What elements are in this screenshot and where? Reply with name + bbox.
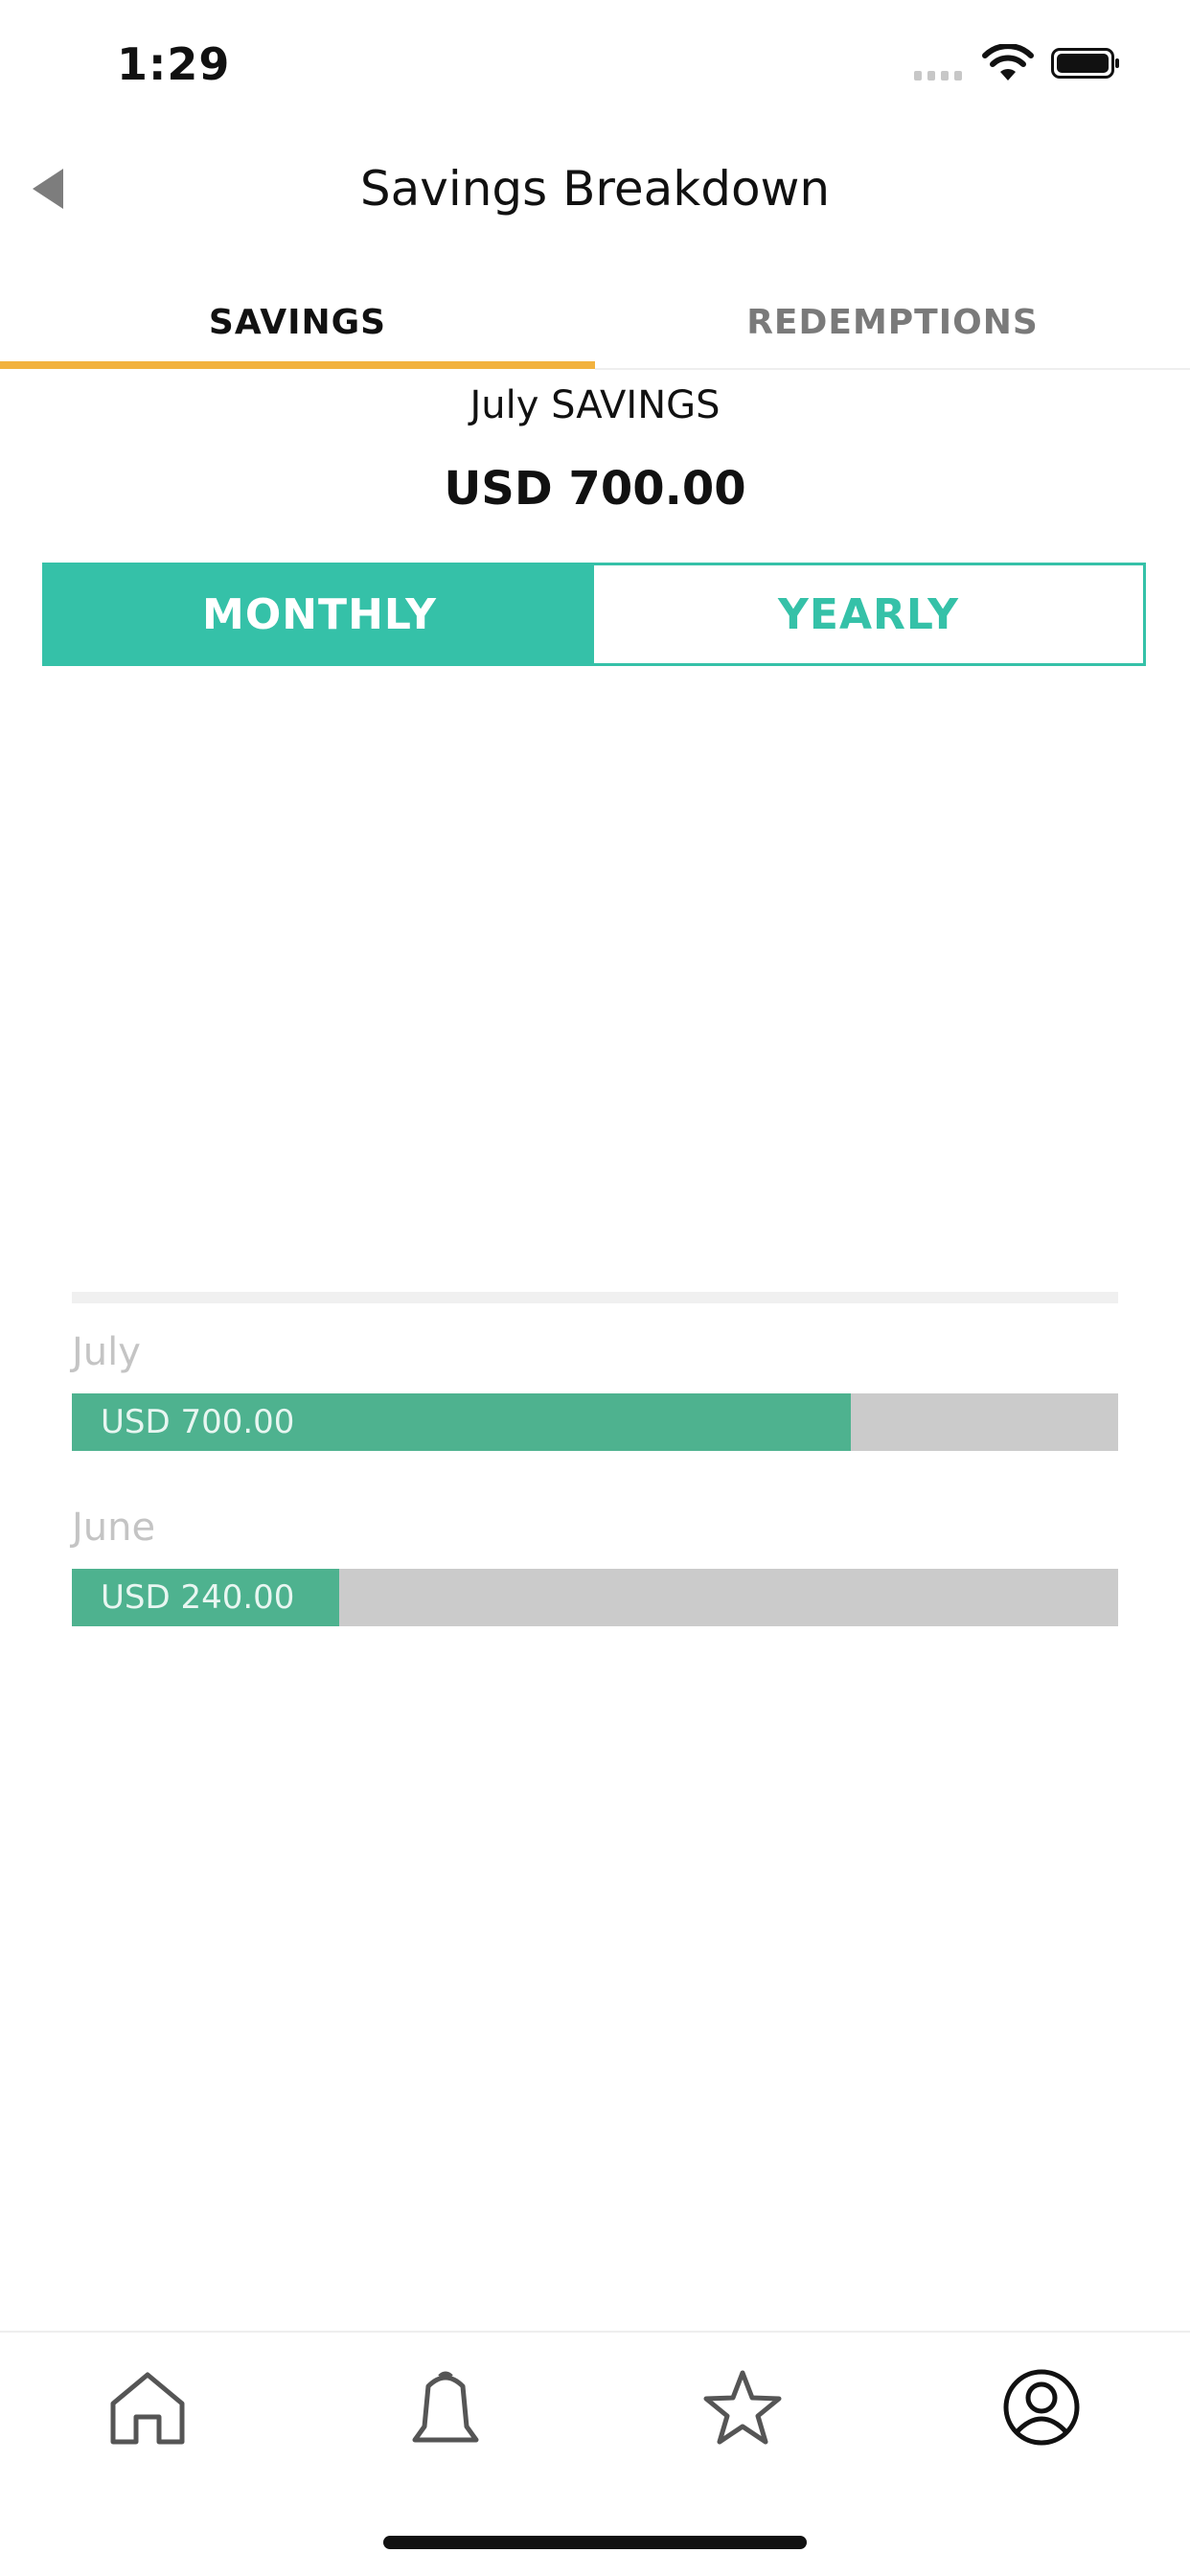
bar-value-july: USD 700.00 (101, 1403, 295, 1441)
bar-label-june: June (72, 1506, 156, 1550)
bar-track-june: USD 240.00 (72, 1569, 1118, 1626)
status-time: 1:29 (117, 38, 231, 90)
period-label: July SAVINGS (469, 383, 721, 427)
period-toggle: MONTHLY YEARLY (42, 563, 1146, 666)
bar-label-july: July (72, 1330, 141, 1374)
tab-redemptions[interactable]: REDEMPTIONS (595, 303, 1190, 342)
cellular-signal-icon (914, 71, 962, 80)
nav-divider (0, 2331, 1190, 2333)
nav-profile-button[interactable] (1001, 2367, 1082, 2448)
total-savings-amount: USD 700.00 (444, 462, 746, 516)
tab-savings[interactable]: SAVINGS (0, 303, 595, 342)
active-tab-indicator (0, 361, 595, 369)
nav-home-button[interactable] (107, 2367, 188, 2448)
nav-notifications-button[interactable] (405, 2367, 486, 2448)
home-indicator (383, 2536, 807, 2549)
home-icon (110, 2372, 185, 2445)
star-icon (703, 2370, 782, 2445)
tab-divider (595, 368, 1190, 370)
chart-divider (72, 1292, 1118, 1303)
profile-icon (1003, 2369, 1080, 2446)
page-title: Savings Breakdown (359, 161, 831, 217)
monthly-button[interactable]: MONTHLY (45, 565, 594, 663)
nav-favorites-button[interactable] (702, 2367, 783, 2448)
yearly-button[interactable]: YEARLY (594, 565, 1143, 663)
bar-value-june: USD 240.00 (101, 1578, 295, 1617)
bar-track-july: USD 700.00 (72, 1393, 1118, 1451)
bell-icon (412, 2371, 479, 2443)
wifi-icon (982, 43, 1034, 86)
battery-icon (1051, 48, 1119, 79)
